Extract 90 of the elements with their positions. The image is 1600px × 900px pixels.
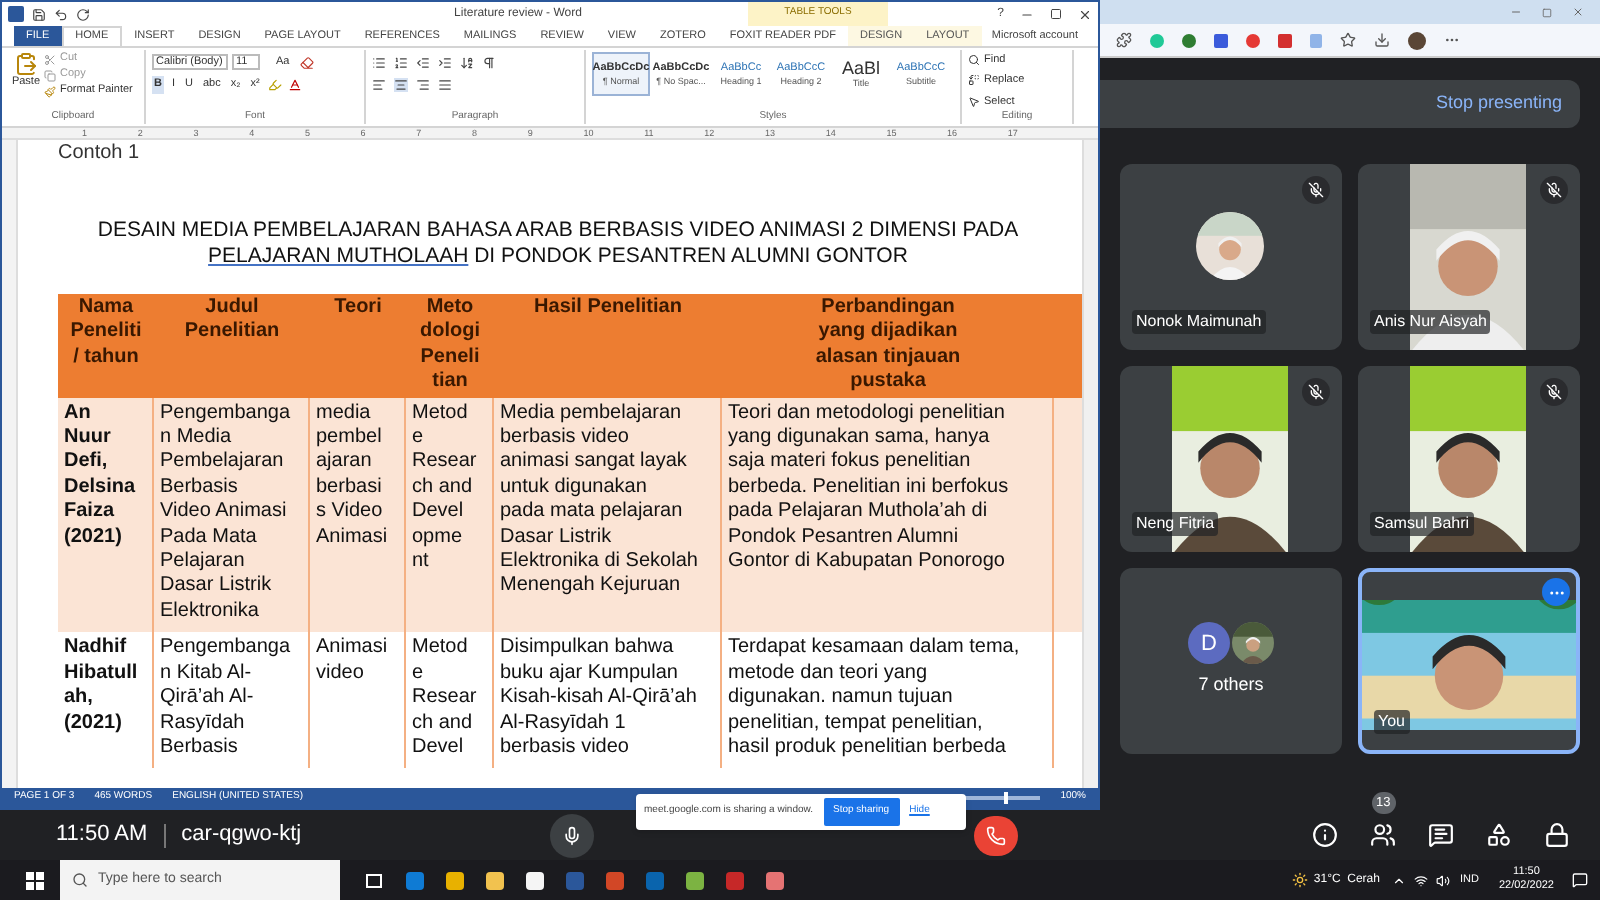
notifications-icon[interactable] (1572, 872, 1588, 888)
align-center-icon[interactable] (394, 78, 408, 92)
meeting-time: 11:50 AM (56, 820, 148, 851)
font-color-icon[interactable] (287, 77, 302, 92)
participant-name: Samsul Bahri (1370, 512, 1474, 536)
activities-icon[interactable] (1485, 822, 1512, 848)
redo-icon[interactable] (76, 7, 90, 21)
decrease-indent-icon[interactable] (416, 56, 430, 70)
clear-formatting-icon[interactable] (299, 55, 314, 70)
column-header: Perbandingan yang dijadikan alasan tinjauan pustaka (813, 296, 963, 396)
people-icon[interactable] (1369, 822, 1396, 848)
chat-icon[interactable] (1427, 822, 1454, 848)
extension-icon[interactable] (1214, 33, 1228, 47)
participant-name: 7 others (1198, 672, 1264, 699)
table-cell-text: Nadhif Hibatull ah, (2021) (64, 636, 140, 736)
table-cell-text: media pembel ajaran berbasi s Video Animasi (316, 401, 390, 551)
info-icon[interactable] (1311, 822, 1338, 848)
column-header: Meto dologi Peneli tian (418, 296, 482, 396)
increase-indent-icon[interactable] (438, 56, 452, 70)
bullets-icon[interactable] (372, 56, 386, 70)
table-cell-text: Pengembanga n Media Pembelajaran Berbasis Video Animasi Pada Mata Pelajaran Dasar Listrik Elektronika (160, 401, 293, 625)
start-icon[interactable] (26, 871, 44, 889)
table-cell-text: Pengembanga n Kitab Al- Qirā’ah Al- Rasyīdah Berbasis (160, 636, 293, 761)
table-cell-text: Metod e Resear ch and Devel (412, 636, 479, 761)
stop-presenting-button[interactable]: Stop presenting (1435, 90, 1562, 118)
extension-icon[interactable] (1116, 32, 1132, 48)
column-header: Judul Penelitian (182, 296, 282, 346)
participant-name: Neng Fitria (1132, 512, 1219, 536)
column-header: Teori (332, 296, 384, 321)
meeting-code: car-qgwo-ktj (181, 820, 302, 851)
host-controls-icon[interactable] (1543, 822, 1570, 848)
mic-icon (561, 825, 582, 845)
search-icon (72, 872, 88, 888)
participant-name: Anis Nur Aisyah (1370, 310, 1491, 334)
table-cell-text: Metod e Resear ch and Devel opme nt (412, 401, 479, 575)
download-icon[interactable] (1374, 32, 1390, 48)
extension-icon[interactable] (1278, 33, 1292, 47)
tray-chevron-icon[interactable] (1391, 873, 1406, 887)
scissors-icon (44, 53, 56, 65)
phone-icon (985, 825, 1006, 845)
align-left-icon[interactable] (372, 78, 386, 92)
maximize-icon[interactable] (1050, 8, 1062, 20)
weather-icon (1291, 872, 1308, 888)
taskbar-app-icon[interactable] (446, 871, 464, 889)
extension-icon[interactable] (1182, 33, 1196, 47)
taskbar-app-icon[interactable] (686, 871, 704, 889)
column-header: Hasil Penelitian (532, 296, 684, 321)
taskbar-app-icon[interactable] (766, 871, 784, 889)
extension-icon[interactable] (1246, 33, 1260, 47)
participant-name: You (1374, 710, 1409, 734)
table-cell-text: Disimpulkan bahwa buku ajar Kumpulan Kisah-kisah Al-Qirā’ah Al-Rasyīdah 1 berbasis video (500, 636, 699, 761)
paintbrush-icon (44, 85, 56, 97)
pointer-icon (968, 95, 980, 108)
justify-icon[interactable] (438, 78, 452, 92)
table-cell-text: An Nuur Defi, Delsina Faiza (2021) (64, 401, 138, 551)
network-icon[interactable] (1413, 873, 1428, 887)
column-header: Nama Peneliti / tahun (68, 296, 144, 371)
favorite-icon[interactable] (1340, 32, 1356, 48)
sort-icon[interactable] (460, 56, 474, 70)
undo-icon[interactable] (54, 7, 68, 21)
show-marks-icon[interactable] (482, 56, 496, 70)
taskbar-app-icon[interactable] (526, 871, 544, 889)
scroll-bar[interactable] (1082, 140, 1098, 788)
profile-avatar[interactable] (1408, 31, 1426, 49)
volume-icon[interactable] (1435, 873, 1450, 887)
table-cell-text: Terdapat kesamaan dalam tema, metode dan teori yang digunakan. namun tujuan penelitian, tempat penelitian, hasil produk penelitian berbeda (728, 636, 1022, 761)
word-logo-icon (8, 6, 24, 22)
numbering-icon[interactable] (394, 56, 408, 70)
document-heading: Contoh 1 (58, 142, 142, 166)
replace-icon (968, 74, 980, 87)
table-cell-text: Media pembelajaran berbasis video animasi sangat layak untuk digunakan pada mata pelajaran Dasar Listrik Elektronika di Sekolah Menengah Kejuruan (500, 401, 700, 600)
mic-button[interactable] (549, 813, 594, 857)
close-icon[interactable] (1078, 7, 1092, 21)
table-cell-text: Teori dan metodologi penelitian yang digunakan sama, hanya saja materi fokus penelitian berbeda. Penelitian ini berfokus pada Pelajaran Muthola’ah di Pondok Pesantren Alumni Gontor di Kabupatan Ponorogo (728, 401, 1011, 575)
highlight-icon[interactable] (267, 77, 282, 92)
align-right-icon[interactable] (416, 78, 430, 92)
end-call-button[interactable] (973, 815, 1018, 855)
participant-name: Nonok Maimunah (1132, 310, 1266, 334)
close-icon[interactable] (1572, 6, 1584, 18)
search-icon (968, 54, 980, 67)
document-title: PELAJARAN MUTHOLAAH DI PONDOK PESANTREN ALUMNI GONTOR (208, 244, 908, 270)
task-view-icon[interactable] (366, 873, 382, 887)
taskbar-app-icon[interactable] (486, 871, 504, 889)
table-cell-text: Animasi video (316, 636, 390, 687)
participant-avatar: D (1188, 622, 1230, 665)
document-title: DESAIN MEDIA PEMBELAJARAN BAHASA ARAB BERBASIS VIDEO ANIMASI 2 DIMENSI PADA (97, 218, 1019, 244)
more-options-button[interactable] (1542, 578, 1570, 606)
copy-icon (44, 69, 56, 81)
save-icon[interactable] (32, 7, 46, 21)
clipboard-icon (14, 52, 38, 76)
